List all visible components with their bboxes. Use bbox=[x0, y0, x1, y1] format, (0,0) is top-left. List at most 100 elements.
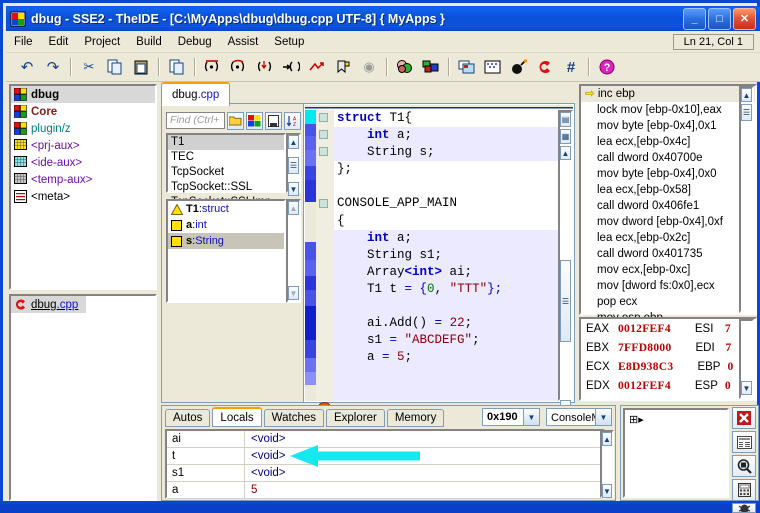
locals-scrollbar[interactable]: ▲ ▼ bbox=[600, 430, 614, 498]
code-line-6[interactable]: { bbox=[334, 213, 558, 230]
open-folder-icon[interactable] bbox=[227, 112, 244, 130]
list-view-icon[interactable] bbox=[732, 431, 756, 453]
code-line-11[interactable] bbox=[334, 298, 558, 315]
debug-tab-autos[interactable]: Autos bbox=[165, 409, 210, 427]
code-line-0[interactable]: struct T1{ bbox=[334, 110, 558, 127]
disasm-line-2[interactable]: mov byte [ebp-0x4],0x1 bbox=[581, 118, 755, 134]
disasm-line-13[interactable]: pop ecx bbox=[581, 294, 755, 310]
member-item-0[interactable]: T1 : struct bbox=[168, 201, 284, 217]
debug-tab-explorer[interactable]: Explorer bbox=[326, 409, 385, 427]
watch-tree-root[interactable]: ⊞▸ bbox=[625, 410, 727, 426]
locals-table[interactable]: ai<void>t<void>s1<void>a5 bbox=[165, 429, 605, 499]
editor-minimap-button[interactable]: ▤ bbox=[560, 112, 571, 127]
locals-row-s1[interactable]: s1<void> bbox=[167, 465, 603, 482]
package-item-1[interactable]: Core bbox=[11, 103, 155, 120]
package-item-4[interactable]: <ide-aux> bbox=[11, 154, 155, 171]
compile-icon[interactable] bbox=[533, 55, 557, 79]
debug-bug-icon[interactable] bbox=[732, 503, 756, 513]
build-and-debug-icon[interactable] bbox=[507, 55, 531, 79]
register-value[interactable]: 7FFD8000 bbox=[618, 342, 672, 354]
step-over-icon[interactable] bbox=[227, 55, 251, 79]
target-combo[interactable]: ConsoleM▸ ▼ bbox=[546, 408, 612, 426]
set-bookmark-icon[interactable] bbox=[331, 55, 355, 79]
sort-alpha-icon[interactable]: AZ bbox=[284, 112, 301, 130]
disassembly-scrollbar[interactable]: ▲ ☰ bbox=[739, 86, 754, 313]
watch-tree[interactable]: ⊞▸ bbox=[623, 408, 729, 498]
class-item-3[interactable]: TcpSocket::SSL bbox=[168, 180, 284, 195]
disasm-line-10[interactable]: call dword 0x401735 bbox=[581, 246, 755, 262]
paste-icon[interactable] bbox=[129, 55, 153, 79]
duplicate-icon[interactable] bbox=[165, 55, 189, 79]
register-value[interactable]: 7 bbox=[726, 342, 732, 354]
code-text-area[interactable]: struct T1{ int a; String s;};CONSOLE_APP… bbox=[334, 110, 558, 401]
package-item-3[interactable]: <prj-aux> bbox=[11, 137, 155, 154]
debug-tab-watches[interactable]: Watches bbox=[264, 409, 324, 427]
file-list-panel[interactable]: dbug.cpp bbox=[9, 294, 157, 501]
disassembly-panel[interactable]: ⇨ inc ebplock mov [ebp-0x10],eaxmov byte… bbox=[579, 84, 757, 315]
class-item-1[interactable]: TEC bbox=[168, 150, 284, 165]
class-item-2[interactable]: TcpSocket bbox=[168, 165, 284, 180]
package-colors-icon[interactable] bbox=[246, 112, 263, 130]
chevron-down-icon[interactable]: ▼ bbox=[523, 409, 539, 425]
scroll-down-button[interactable]: ▼ bbox=[288, 182, 299, 196]
designer-icon[interactable] bbox=[481, 55, 505, 79]
member-list-scrollbar[interactable]: ▲ ▼ bbox=[286, 199, 301, 303]
hash-icon[interactable]: # bbox=[559, 55, 583, 79]
code-line-5[interactable]: CONSOLE_APP_MAIN bbox=[334, 195, 558, 212]
code-line-8[interactable]: String s1; bbox=[334, 247, 558, 264]
disasm-line-5[interactable]: mov byte [ebp-0x4],0x0 bbox=[581, 166, 755, 182]
code-line-16[interactable] bbox=[334, 384, 558, 401]
help-icon[interactable]: ? bbox=[595, 55, 619, 79]
scroll-thumb[interactable]: ☰ bbox=[741, 104, 752, 121]
package-organizer-icon[interactable] bbox=[393, 55, 417, 79]
tab-dbug-cpp[interactable]: dbug.cpp bbox=[161, 82, 230, 106]
register-panel[interactable]: EAX0012FEF4ESI7EBX7FFD8000EDI7ECXE8D938C… bbox=[579, 317, 757, 401]
step-out-icon[interactable] bbox=[279, 55, 303, 79]
code-line-10[interactable]: T1 t = {0, "TTT"}; bbox=[334, 281, 558, 298]
menu-build[interactable]: Build bbox=[128, 34, 170, 50]
inspect-icon[interactable] bbox=[732, 455, 756, 477]
file-icon[interactable] bbox=[265, 112, 282, 130]
file-item-0[interactable]: dbug.cpp bbox=[11, 296, 86, 313]
memory-size-combo[interactable]: 0x190 ▼ bbox=[482, 408, 540, 426]
code-line-15[interactable] bbox=[334, 366, 558, 383]
code-line-13[interactable]: s1 = "ABCDEFG"; bbox=[334, 332, 558, 349]
register-value[interactable]: 0012FEF4 bbox=[618, 380, 671, 392]
code-line-1[interactable]: int a; bbox=[334, 127, 558, 144]
minimize-button[interactable]: _ bbox=[683, 8, 706, 30]
redo-icon[interactable]: ↷ bbox=[41, 55, 65, 79]
register-value[interactable]: 7 bbox=[725, 323, 731, 335]
maximize-button[interactable]: □ bbox=[708, 8, 731, 30]
scroll-thumb[interactable]: ☰ bbox=[288, 157, 299, 174]
register-value[interactable]: 0 bbox=[725, 380, 731, 392]
stop-debug-icon[interactable]: ◉ bbox=[357, 55, 381, 79]
editor-split-button[interactable]: ▦ bbox=[560, 129, 571, 144]
scroll-down-button[interactable]: ▼ bbox=[288, 286, 299, 300]
build-package-icon[interactable] bbox=[419, 55, 443, 79]
chevron-down-icon[interactable]: ▼ bbox=[595, 409, 611, 425]
calculator-icon[interactable] bbox=[732, 479, 756, 501]
debug-tab-memory[interactable]: Memory bbox=[387, 409, 445, 427]
package-item-2[interactable]: plugin/z bbox=[11, 120, 155, 137]
locals-row-t[interactable]: t<void> bbox=[167, 448, 603, 465]
scroll-up-button[interactable]: ▲ bbox=[288, 201, 299, 215]
code-line-7[interactable]: int a; bbox=[334, 230, 558, 247]
scroll-down-button[interactable]: ▼ bbox=[741, 381, 752, 395]
member-item-2[interactable]: s : String bbox=[168, 233, 284, 249]
fold-box-1[interactable] bbox=[319, 130, 328, 139]
locals-row-a[interactable]: a5 bbox=[167, 482, 603, 499]
member-item-1[interactable]: a : int bbox=[168, 217, 284, 233]
class-item-0[interactable]: T1 bbox=[168, 135, 284, 150]
fold-box-0[interactable] bbox=[319, 113, 328, 122]
step-into-icon[interactable] bbox=[253, 55, 277, 79]
package-item-5[interactable]: <temp-aux> bbox=[11, 171, 155, 188]
class-list-scrollbar[interactable]: ▲ ☰ ▼ bbox=[286, 133, 301, 193]
scroll-thumb[interactable]: ☰ bbox=[560, 260, 571, 342]
disasm-line-4[interactable]: call dword 0x40700e bbox=[581, 150, 755, 166]
close-icon[interactable] bbox=[732, 407, 756, 429]
scroll-up-button[interactable]: ▲ bbox=[288, 135, 299, 149]
cut-icon[interactable]: ✂ bbox=[77, 55, 101, 79]
select-package-icon[interactable] bbox=[455, 55, 479, 79]
fold-box-5[interactable] bbox=[319, 199, 328, 208]
fold-box-2[interactable] bbox=[319, 147, 328, 156]
